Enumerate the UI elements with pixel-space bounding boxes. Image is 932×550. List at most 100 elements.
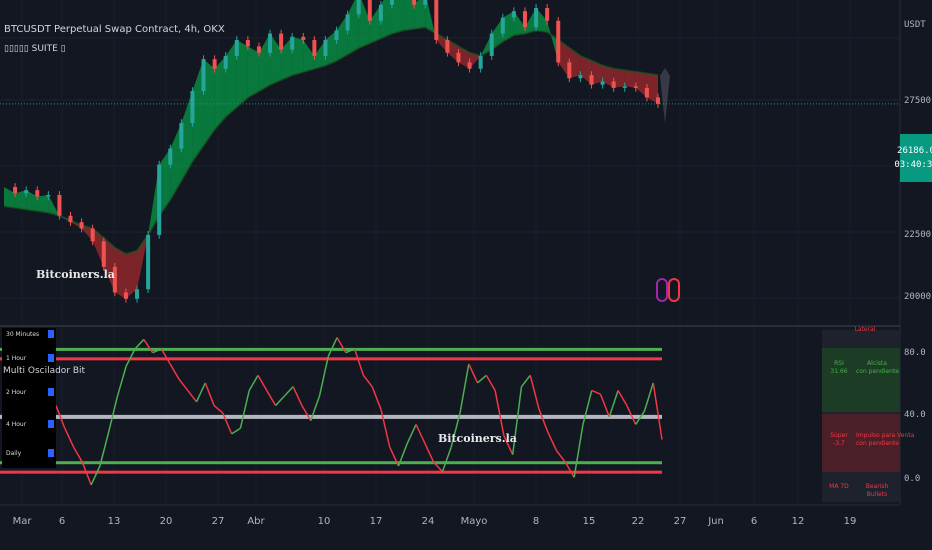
candle-body <box>146 234 151 290</box>
candle-body <box>268 33 273 53</box>
x-tick: 20 <box>159 516 173 527</box>
candle-body <box>545 8 550 21</box>
candle-body <box>312 39 317 56</box>
super-cell: Súper -3.7 <box>830 432 848 447</box>
candle-body <box>190 91 195 124</box>
candle-body <box>46 194 51 197</box>
ma-cell: MA 7D <box>829 483 849 490</box>
candle-body <box>611 81 616 88</box>
price-tick: 20000.0 <box>904 292 932 302</box>
timeframe-item: 2 Hour <box>6 389 27 396</box>
bullets-cell: Bearish Bullets <box>865 483 889 498</box>
timeframe-item: 30 Minutes <box>6 331 40 338</box>
x-tick: Abr <box>247 516 265 527</box>
candle-body <box>511 11 516 18</box>
candle-body <box>445 39 450 53</box>
candle-body <box>345 14 350 31</box>
candle-body <box>223 55 228 69</box>
candle-body <box>489 33 494 56</box>
oscillator-title[interactable]: Multi Oscilador Bit <box>3 366 85 376</box>
cloud-segment <box>247 46 259 98</box>
x-tick: 27 <box>211 516 225 527</box>
candle-body <box>135 289 140 299</box>
x-tick: 22 <box>631 516 645 527</box>
lightning-icon[interactable] <box>656 278 668 302</box>
x-tick: 24 <box>421 516 435 527</box>
x-tick: 12 <box>791 516 805 527</box>
candle-body <box>334 30 339 40</box>
watermark-oscillator: Bitcoiners.la <box>438 432 517 445</box>
candle-body <box>567 62 572 79</box>
checkbox-icon[interactable] <box>48 388 54 396</box>
timeframe-panel: 30 Minutes 1 Hour 2 Hour 4 Hour Daily <box>2 328 56 468</box>
rsi-cell: RSI 31.66 <box>830 360 848 375</box>
candle-body <box>467 62 472 69</box>
indicator-label[interactable]: ▯▯▯▯▯ SUITE ▯ <box>4 44 66 54</box>
candle-body <box>279 33 284 50</box>
x-tick: Jun <box>708 516 724 527</box>
checkbox-icon[interactable] <box>48 354 54 362</box>
x-tick: 6 <box>750 516 758 527</box>
x-tick: Mar <box>12 516 32 527</box>
level-upper-red <box>0 357 662 361</box>
info-row-bull <box>822 348 900 412</box>
candle-body <box>600 81 605 85</box>
candle-body <box>168 148 173 165</box>
candle-body <box>456 52 461 63</box>
x-tick: 6 <box>58 516 66 527</box>
symbol-title[interactable]: BTCUSDT Perpetual Swap Contract, 4h, OKX <box>4 24 225 35</box>
current-price: 26186.0 <box>897 146 932 156</box>
candle-body <box>622 86 627 88</box>
oscillator-tick: 80.0 <box>904 348 926 358</box>
price-tick: 27500.0 <box>904 96 932 106</box>
candle-body <box>389 0 394 5</box>
candle-body <box>478 55 483 69</box>
price-tick: 22500.0 <box>904 230 932 240</box>
candle-body <box>123 292 128 299</box>
candle-body <box>101 241 106 267</box>
flag-icon[interactable] <box>668 278 680 302</box>
candle-body <box>434 0 439 40</box>
bar-countdown: 03:40:31 <box>894 160 932 170</box>
chart-canvas[interactable] <box>0 0 932 550</box>
level-mid <box>0 414 662 419</box>
candle-body <box>90 228 95 242</box>
candle-body <box>656 97 660 104</box>
level-lower-red <box>0 470 662 474</box>
candle-body <box>323 39 328 56</box>
candle-body <box>367 0 372 21</box>
table-top: Lateral <box>854 326 876 333</box>
candle-body <box>578 75 583 79</box>
candle-body <box>212 59 217 69</box>
candle-body <box>633 86 638 88</box>
candle-body <box>290 36 295 50</box>
candle-body <box>245 39 250 47</box>
candle-body <box>157 164 162 235</box>
x-tick: 8 <box>532 516 540 527</box>
trend-cell: Alcista con pendiente <box>856 360 899 375</box>
candle-body <box>24 190 29 194</box>
candle-body <box>412 0 417 5</box>
candle-body <box>378 4 383 21</box>
candle-body <box>234 39 239 56</box>
candle-body <box>644 87 649 98</box>
cloud-segment <box>391 0 404 34</box>
candle-body <box>534 8 539 28</box>
candle-body <box>500 17 505 34</box>
x-tick: 15 <box>582 516 596 527</box>
checkbox-icon[interactable] <box>48 449 54 457</box>
impulse-cell: Impulso para Venta con pendiente <box>856 432 914 447</box>
timeframe-item: Daily <box>6 450 22 457</box>
timeframe-item: 4 Hour <box>6 421 27 428</box>
candle-body <box>556 20 561 63</box>
x-tick: 17 <box>369 516 383 527</box>
candle-body <box>356 0 361 15</box>
checkbox-icon[interactable] <box>48 420 54 428</box>
checkbox-icon[interactable] <box>48 330 54 338</box>
candle-body <box>256 46 261 53</box>
candle-body <box>68 215 73 223</box>
candle-body <box>79 222 84 229</box>
candle-body <box>201 59 206 92</box>
x-tick: 10 <box>317 516 331 527</box>
level-lower-green <box>0 461 662 465</box>
